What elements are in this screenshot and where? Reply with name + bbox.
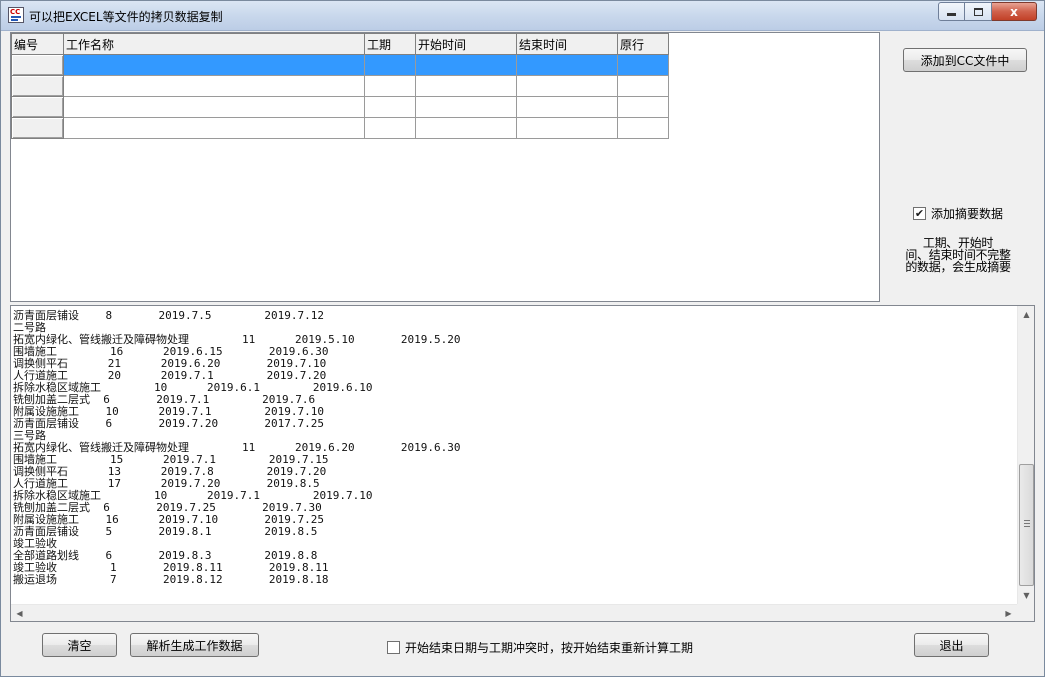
maximize-icon [973,7,983,16]
row-header[interactable] [11,96,64,118]
column-header-source-row[interactable]: 原行 [617,33,669,55]
horizontal-scrollbar[interactable]: ◀ ▶ [11,604,1017,621]
minimize-icon [947,13,956,16]
scrollbar-corner [1017,604,1034,621]
exit-button[interactable]: 退出 [914,633,989,657]
grid-row[interactable] [11,75,669,97]
scroll-left-icon[interactable]: ◀ [11,605,28,621]
grid-cell[interactable] [415,96,517,118]
grid-cell[interactable] [63,96,365,118]
scroll-right-icon[interactable]: ▶ [1000,605,1017,621]
grid-cell[interactable] [617,54,669,76]
grid-cell[interactable] [516,117,618,139]
recalc-checkbox-row[interactable]: 开始结束日期与工期冲突时，按开始结束重新计算工期 [387,639,693,656]
grid-cell[interactable] [63,54,365,76]
column-header-id[interactable]: 编号 [11,33,64,55]
recalc-checkbox-label: 开始结束日期与工期冲突时，按开始结束重新计算工期 [405,641,694,655]
summary-checkbox-row[interactable]: ✔ 添加摘要数据 [913,205,1003,222]
grid-header-row: 编号 工作名称 工期 开始时间 结束时间 原行 [11,33,669,55]
grid-row[interactable] [11,96,669,118]
main-window: CC 可以把EXCEL等文件的拷贝数据复制 x 编号 工作名称 工期 开始时间 … [0,0,1045,677]
title-bar[interactable]: CC 可以把EXCEL等文件的拷贝数据复制 x [1,1,1044,31]
column-header-end[interactable]: 结束时间 [516,33,618,55]
exit-button-label: 退出 [939,638,964,653]
app-icon[interactable]: CC [8,7,24,23]
grid-cell[interactable] [364,75,416,97]
grid-table: 编号 工作名称 工期 开始时间 结束时间 原行 [11,33,669,139]
grid-cell[interactable] [516,75,618,97]
column-header-name[interactable]: 工作名称 [63,33,365,55]
vertical-scroll-thumb[interactable] [1019,464,1034,586]
minimize-button[interactable] [938,2,965,21]
scroll-down-icon[interactable]: ▼ [1018,587,1034,604]
paste-text-content[interactable]: 沥青面层铺设 8 2019.7.5 2019.7.12 二号路 拓宽内绿化、管线搬迁… [13,310,1013,586]
grid-cell[interactable] [364,117,416,139]
grid-cell[interactable] [415,75,517,97]
paste-textarea[interactable]: 沥青面层铺设 8 2019.7.5 2019.7.12 二号路 拓宽内绿化、管线搬迁… [10,305,1035,622]
row-header[interactable] [11,54,64,76]
grid-cell[interactable] [63,75,365,97]
close-button[interactable]: x [992,2,1037,21]
text-line: 搬运退场 7 2019.8.12 2019.8.18 [13,573,329,586]
vertical-scrollbar[interactable]: ▲ ▼ [1017,306,1034,604]
row-header[interactable] [11,75,64,97]
grid-cell[interactable] [617,75,669,97]
summary-checkbox[interactable]: ✔ [913,207,926,220]
text-line: 沥青面层铺设 6 2019.7.20 2017.7.25 [13,417,325,430]
grid-cell[interactable] [63,117,365,139]
close-icon: x [1010,4,1018,19]
grid-cell[interactable] [415,54,517,76]
column-header-duration[interactable]: 工期 [364,33,416,55]
grid-cell[interactable] [617,96,669,118]
add-to-cc-button[interactable]: 添加到CC文件中 [903,48,1027,72]
parse-button-label: 解析生成工作数据 [146,638,243,653]
grid-row[interactable] [11,54,669,76]
window-title: 可以把EXCEL等文件的拷贝数据复制 [29,10,223,24]
check-mark-icon: ✔ [914,207,925,220]
scroll-up-icon[interactable]: ▲ [1018,306,1034,323]
grid-cell[interactable] [364,54,416,76]
grid-row[interactable] [11,117,669,139]
summary-checkbox-label: 添加摘要数据 [931,207,1004,221]
parse-button[interactable]: 解析生成工作数据 [130,633,259,657]
grid-cell[interactable] [617,117,669,139]
text-line: 沥青面层铺设 5 2019.8.1 2019.8.5 [13,525,318,538]
grid-cell[interactable] [516,96,618,118]
clear-button[interactable]: 清空 [42,633,117,657]
work-grid[interactable]: 编号 工作名称 工期 开始时间 结束时间 原行 [10,32,880,302]
text-line: 沥青面层铺设 8 2019.7.5 2019.7.12 [13,309,325,322]
window-controls: x [938,2,1037,21]
add-to-cc-button-label: 添加到CC文件中 [920,53,1010,68]
clear-button-label: 清空 [67,638,92,653]
row-header[interactable] [11,117,64,139]
column-header-start[interactable]: 开始时间 [415,33,517,55]
grid-cell[interactable] [364,96,416,118]
recalc-checkbox[interactable] [387,641,400,654]
summary-note: 工期、开始时 间、结束时间不完整 的数据，会生成摘要 [899,237,1017,273]
maximize-button[interactable] [965,2,992,21]
grid-cell[interactable] [516,54,618,76]
grid-cell[interactable] [415,117,517,139]
summary-note-line: 的数据，会生成摘要 [905,260,1011,274]
